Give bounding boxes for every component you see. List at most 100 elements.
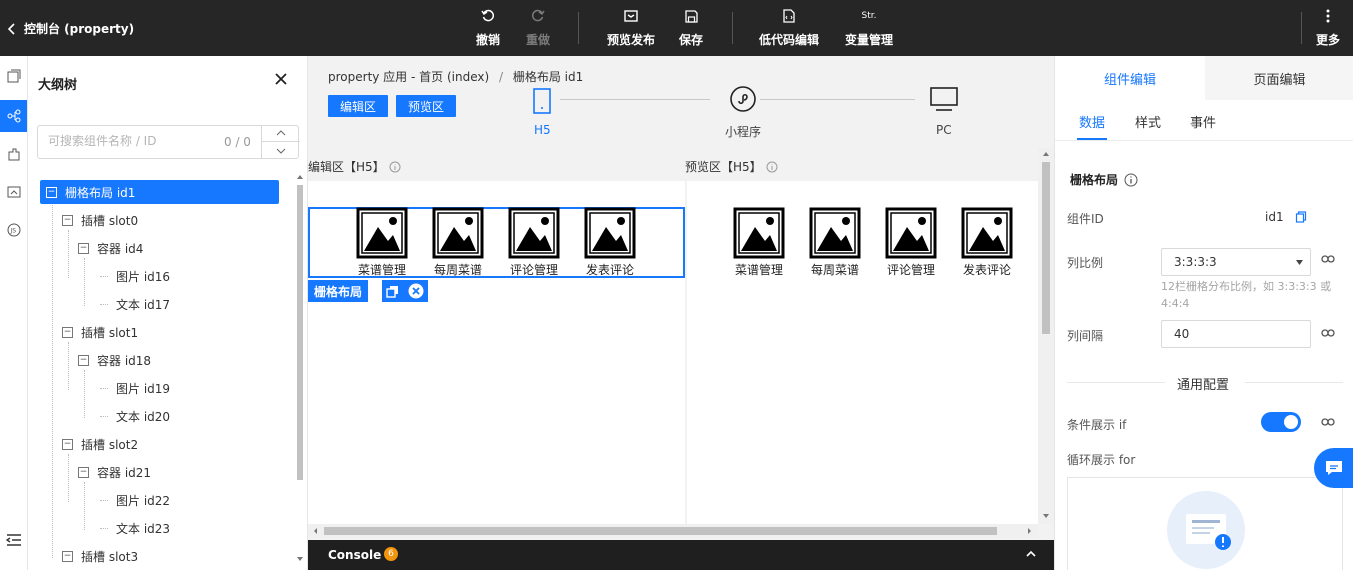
col-gap-input[interactable]: 40 [1161,320,1311,348]
collapse-toggle-icon[interactable]: − [62,550,73,562]
subtab-data[interactable]: 数据 [1079,112,1105,131]
breadcrumb-separator: / [498,70,504,84]
collapse-toggle-icon[interactable]: − [62,214,73,226]
info-icon[interactable] [766,161,778,173]
more-vertical-icon [1326,8,1330,24]
chevron-down-icon[interactable] [262,142,300,159]
back-icon[interactable] [8,22,16,35]
tree-guide [84,482,85,530]
selected-component-tag[interactable]: 栅格布局 [308,280,369,302]
collapse-toggle-icon[interactable]: − [62,326,73,338]
tab-component-edit[interactable]: 组件编辑 [1055,56,1205,100]
device-pc-label[interactable]: PC [936,123,952,137]
col-ratio-select[interactable]: 3:3:3:3 [1161,248,1311,276]
tree-node-container-id4[interactable]: − 容器 id4 [78,236,143,260]
section-title: 栅格布局 [1070,171,1138,188]
tree-node-image-id19[interactable]: 图片 id19 [116,376,170,400]
canvas-vertical-scrollbar[interactable] [1038,148,1054,524]
link-icon[interactable] [1321,328,1337,344]
tree-node-container-id18[interactable]: − 容器 id18 [78,348,151,372]
page-list-icon[interactable] [0,60,27,92]
collapse-toggle-icon[interactable]: − [46,186,57,198]
grid-item-caption: 发表评论 [585,263,634,277]
redo-icon [531,8,545,24]
preview-item-caption: 菜谱管理 [734,263,783,277]
breadcrumb-root[interactable]: property 应用 - 首页 (index) [328,70,489,84]
grid-item[interactable]: 评论管理 [504,207,564,278]
delete-icon[interactable] [408,283,424,299]
tree-node-container-id21[interactable]: − 容器 id21 [78,460,151,484]
console-count-badge: 6 [384,547,398,561]
edit-area-button[interactable]: 编辑区 [328,95,388,117]
link-icon[interactable] [1321,417,1337,433]
copy-icon[interactable] [386,285,399,298]
tree-node-text-id20[interactable]: 文本 id20 [116,404,170,428]
col-ratio-label: 列比例 [1067,256,1104,270]
tree-guide [100,304,108,305]
data-source-icon[interactable] [0,176,27,208]
tree-node-slot0[interactable]: − 插槽 slot0 [62,208,138,232]
outline-tree-icon[interactable] [0,100,27,132]
divider [1067,382,1165,383]
loop-config-box[interactable] [1067,477,1343,570]
collapse-panel-icon[interactable] [0,524,27,556]
tree-node-image-id16[interactable]: 图片 id16 [116,264,170,288]
variable-manage-button[interactable]: Str. 变量管理 [843,8,895,48]
chat-support-button[interactable] [1314,448,1353,488]
device-connector [760,99,915,100]
app-title[interactable]: 控制台 (property) [8,20,134,37]
save-button[interactable]: 保存 [677,8,705,48]
more-button[interactable]: 更多 [1314,8,1342,48]
tab-page-edit[interactable]: 页面编辑 [1205,56,1353,100]
console-bar[interactable]: Console 6 [308,540,1054,570]
horizontal-scrollbar[interactable] [308,524,1038,538]
tree-node-slot3[interactable]: − 插槽 slot3 [62,544,138,568]
chevron-up-icon[interactable] [1026,550,1036,557]
collapse-toggle-icon[interactable]: − [62,438,73,450]
close-icon[interactable] [274,72,290,88]
collapse-toggle-icon[interactable]: − [78,242,89,254]
image-placeholder-icon [584,207,636,259]
grid-item[interactable]: 发表评论 [580,207,640,278]
tree-node-image-id22[interactable]: 图片 id22 [116,488,170,512]
tree-node-slot2[interactable]: − 插槽 slot2 [62,432,138,456]
image-placeholder-icon [356,207,408,259]
undo-button[interactable]: 撤销 [474,8,502,48]
collapse-toggle-icon[interactable]: − [78,466,89,478]
tree-node-text-id23[interactable]: 文本 id23 [116,516,170,540]
collapse-toggle-icon[interactable]: − [78,354,89,366]
tree-node-grid-id1[interactable]: − 栅格布局 id1 [40,180,279,204]
device-miniprogram-label[interactable]: 小程序 [725,123,761,140]
javascript-icon[interactable]: JS [0,214,27,246]
tree-guide [100,276,108,277]
subtab-style[interactable]: 样式 [1135,112,1161,131]
component-library-icon[interactable] [0,138,27,170]
outline-search-input[interactable] [48,134,208,148]
link-icon[interactable] [1321,254,1337,270]
tree-node-slot1[interactable]: − 插槽 slot1 [62,320,138,344]
info-icon[interactable] [1124,173,1138,187]
redo-button[interactable]: 重做 [524,8,552,48]
grid-item-caption: 菜谱管理 [357,263,406,277]
info-icon[interactable] [389,161,401,173]
grid-item[interactable]: 每周菜谱 [428,207,488,278]
outline-scrollbar[interactable] [294,171,306,564]
preview-publish-button[interactable]: 预览发布 [605,8,657,48]
image-placeholder-icon [733,207,785,259]
lowcode-edit-button[interactable]: 低代码编辑 [757,8,821,48]
subtab-events[interactable]: 事件 [1190,112,1216,131]
tree-node-text-id17[interactable]: 文本 id17 [116,292,170,316]
copy-icon[interactable] [1295,211,1307,223]
device-h5-label[interactable]: H5 [534,123,551,137]
mini-program-icon[interactable] [730,86,756,112]
preview-area-button[interactable]: 预览区 [396,95,456,117]
mobile-device-icon[interactable] [533,88,551,114]
desktop-device-icon[interactable] [930,87,958,111]
cond-show-toggle[interactable] [1261,412,1301,432]
subtab-active-indicator [1077,138,1107,140]
grid-item[interactable]: 菜谱管理 [352,207,412,278]
preview-item-caption: 发表评论 [962,263,1011,277]
chevron-up-icon[interactable] [262,125,300,142]
cond-show-label: 条件展示 if [1067,418,1127,432]
outline-search: 0 / 0 [37,125,300,159]
